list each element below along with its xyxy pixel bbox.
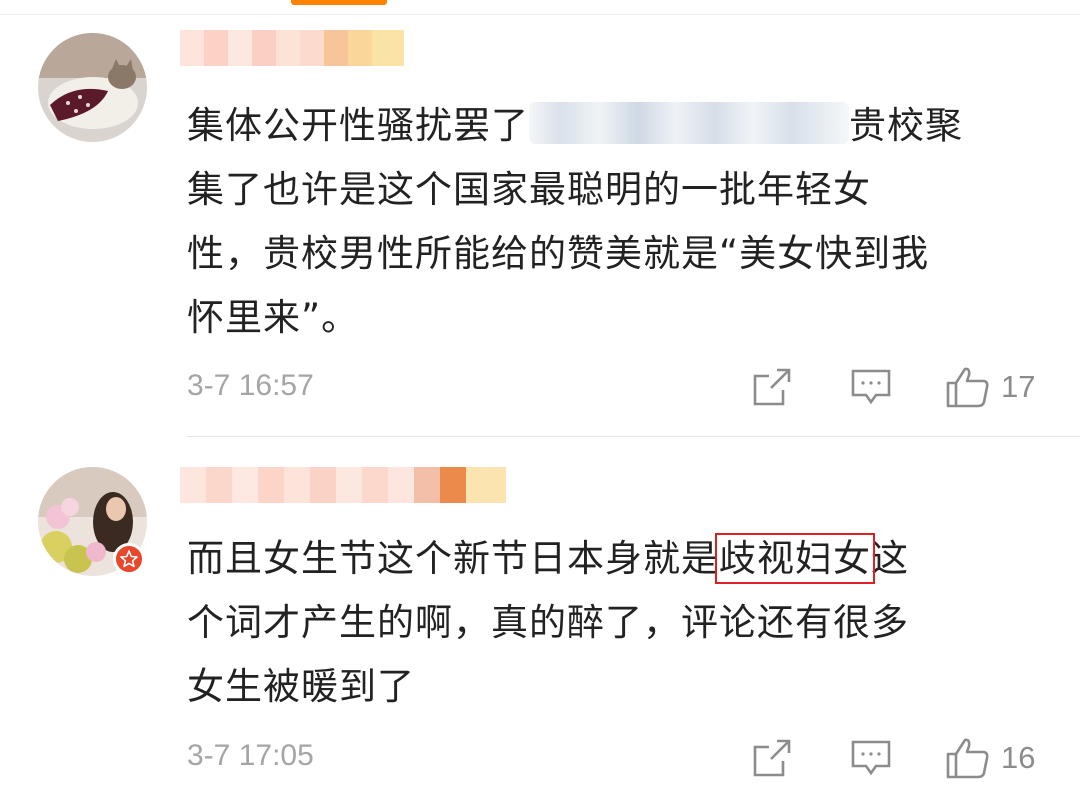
- comment-text: 而且女生节这个新节日本身就是歧视妇女这 个词才产生的啊，真的醉了，评论还有很多 …: [187, 527, 1047, 719]
- top-divider: [0, 14, 1080, 15]
- share-button[interactable]: [751, 737, 793, 779]
- comment-line: 集体公开性骚扰罢了: [187, 104, 529, 147]
- share-button[interactable]: [751, 366, 793, 408]
- comment-line: 性，贵校男性所能给的赞美就是“美女快到我: [187, 232, 930, 275]
- comment-line: 而且女生节这个新节日本身就是: [187, 537, 719, 580]
- share-icon: [753, 739, 791, 777]
- comment-line: 女生被暖到了: [187, 665, 415, 708]
- username-blurred[interactable]: [180, 30, 408, 66]
- active-tab-indicator: [291, 0, 387, 5]
- verified-badge: [113, 543, 145, 575]
- comment-divider: [187, 436, 1080, 437]
- comment-text: 集体公开性骚扰罢了 贵校聚 集了也许是这个国家最聪明的一批年轻女 性，贵校男性所能…: [187, 94, 1047, 350]
- like-icon: [946, 738, 989, 779]
- reply-button[interactable]: [850, 737, 892, 779]
- star-icon: [120, 550, 138, 568]
- comment-icon: [851, 369, 891, 405]
- avatar[interactable]: [38, 33, 147, 142]
- redacted-block: [529, 102, 849, 144]
- reply-button[interactable]: [850, 366, 892, 408]
- comment-line: 集了也许是这个国家最聪明的一批年轻女: [187, 168, 871, 211]
- comment-line: 个词才产生的啊，真的醉了，评论还有很多: [187, 601, 909, 644]
- comment-icon: [851, 740, 891, 776]
- comment-time: 3-7 16:57: [187, 369, 314, 402]
- highlighted-text: 歧视妇女: [715, 533, 875, 584]
- comment-line: 这: [871, 537, 909, 580]
- like-icon: [946, 367, 989, 408]
- share-icon: [753, 368, 791, 406]
- username-blurred[interactable]: [180, 467, 506, 503]
- comment-time: 3-7 17:05: [187, 739, 314, 772]
- comment-line: 怀里来”。: [187, 296, 360, 339]
- comment-line: 贵校聚: [849, 104, 963, 147]
- like-count: 17: [1001, 369, 1036, 404]
- like-button[interactable]: 17: [945, 364, 1035, 410]
- like-button[interactable]: 16: [945, 735, 1035, 781]
- like-count: 16: [1001, 740, 1036, 775]
